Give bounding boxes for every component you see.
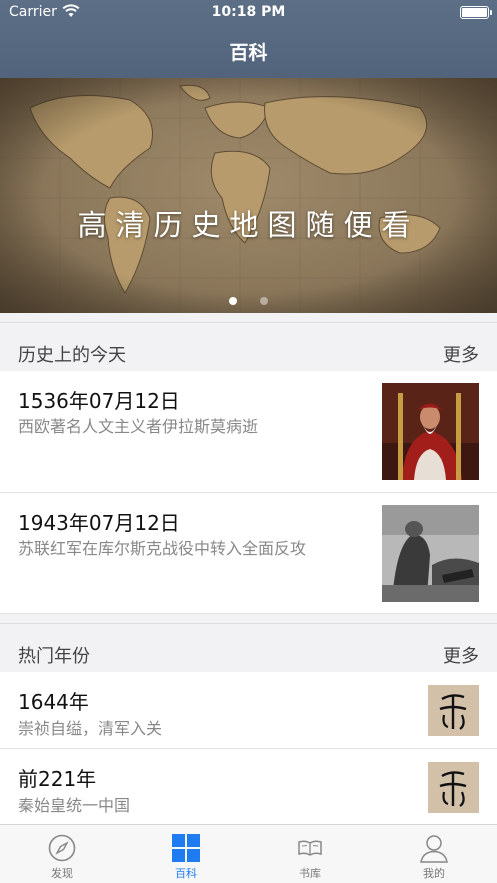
item-desc: 西欧著名人文主义者伊拉斯莫病逝	[18, 417, 259, 436]
tab-label: 百科	[175, 867, 197, 880]
today-section-header: 历史上的今天 更多	[0, 322, 497, 378]
page-indicator[interactable]	[0, 290, 497, 309]
seal-glyph-image	[428, 685, 479, 736]
tab-bar: 发现 百科 书库 我的	[0, 824, 497, 883]
navigation-header: Carrier 10:18 PM 百科	[0, 0, 497, 78]
tab-label: 发现	[51, 867, 73, 880]
banner-caption: 高清历史地图随便看	[77, 208, 420, 242]
page-dot-1[interactable]	[228, 297, 237, 305]
tab-discover[interactable]: 发现	[0, 825, 124, 883]
tab-profile[interactable]: 我的	[372, 825, 496, 883]
grid-icon	[172, 834, 200, 862]
more-button[interactable]: 更多	[443, 642, 479, 668]
banner-carousel[interactable]: 高清历史地图随便看	[0, 78, 497, 313]
tab-label: 我的	[423, 867, 445, 880]
tab-library[interactable]: 书库	[248, 825, 372, 883]
book-icon	[298, 840, 322, 856]
item-desc: 苏联红军在库尔斯克战役中转入全面反攻	[18, 539, 307, 558]
list-item[interactable]: 1644年 崇祯自缢，清军入关	[0, 672, 497, 749]
page-title: 百科	[229, 42, 268, 64]
section-title: 热门年份	[18, 646, 90, 667]
more-button[interactable]: 更多	[443, 341, 479, 367]
list-item[interactable]: 1536年07月12日 西欧著名人文主义者伊拉斯莫病逝	[0, 371, 497, 493]
compass-icon	[48, 834, 76, 862]
world-map-image	[0, 78, 497, 313]
tab-encyclopedia[interactable]: 百科	[124, 825, 248, 883]
list-item[interactable]: 1943年07月12日 苏联红军在库尔斯克战役中转入全面反攻	[0, 493, 497, 614]
item-desc: 崇祯自缢，清军入关	[18, 719, 163, 738]
years-section-header: 热门年份 更多	[0, 623, 497, 679]
item-date: 1536年07月12日	[18, 389, 180, 413]
tab-label: 书库	[299, 867, 321, 880]
pope-portrait-image	[382, 383, 479, 480]
war-photo-image	[382, 505, 479, 602]
list-item[interactable]: 前221年 秦始皇统一中国	[0, 749, 497, 824]
item-year: 1644年	[18, 690, 89, 714]
clock: 10:18 PM	[211, 4, 286, 20]
item-year: 前221年	[18, 767, 97, 791]
seal-glyph-image	[428, 762, 479, 813]
page-dot-2[interactable]	[260, 297, 269, 305]
person-icon	[420, 835, 448, 863]
section-title: 历史上的今天	[18, 345, 126, 366]
status-bar: Carrier 10:18 PM	[0, 0, 497, 26]
item-desc: 秦始皇统一中国	[18, 796, 131, 815]
item-date: 1943年07月12日	[18, 511, 180, 535]
battery-icon	[460, 6, 492, 19]
